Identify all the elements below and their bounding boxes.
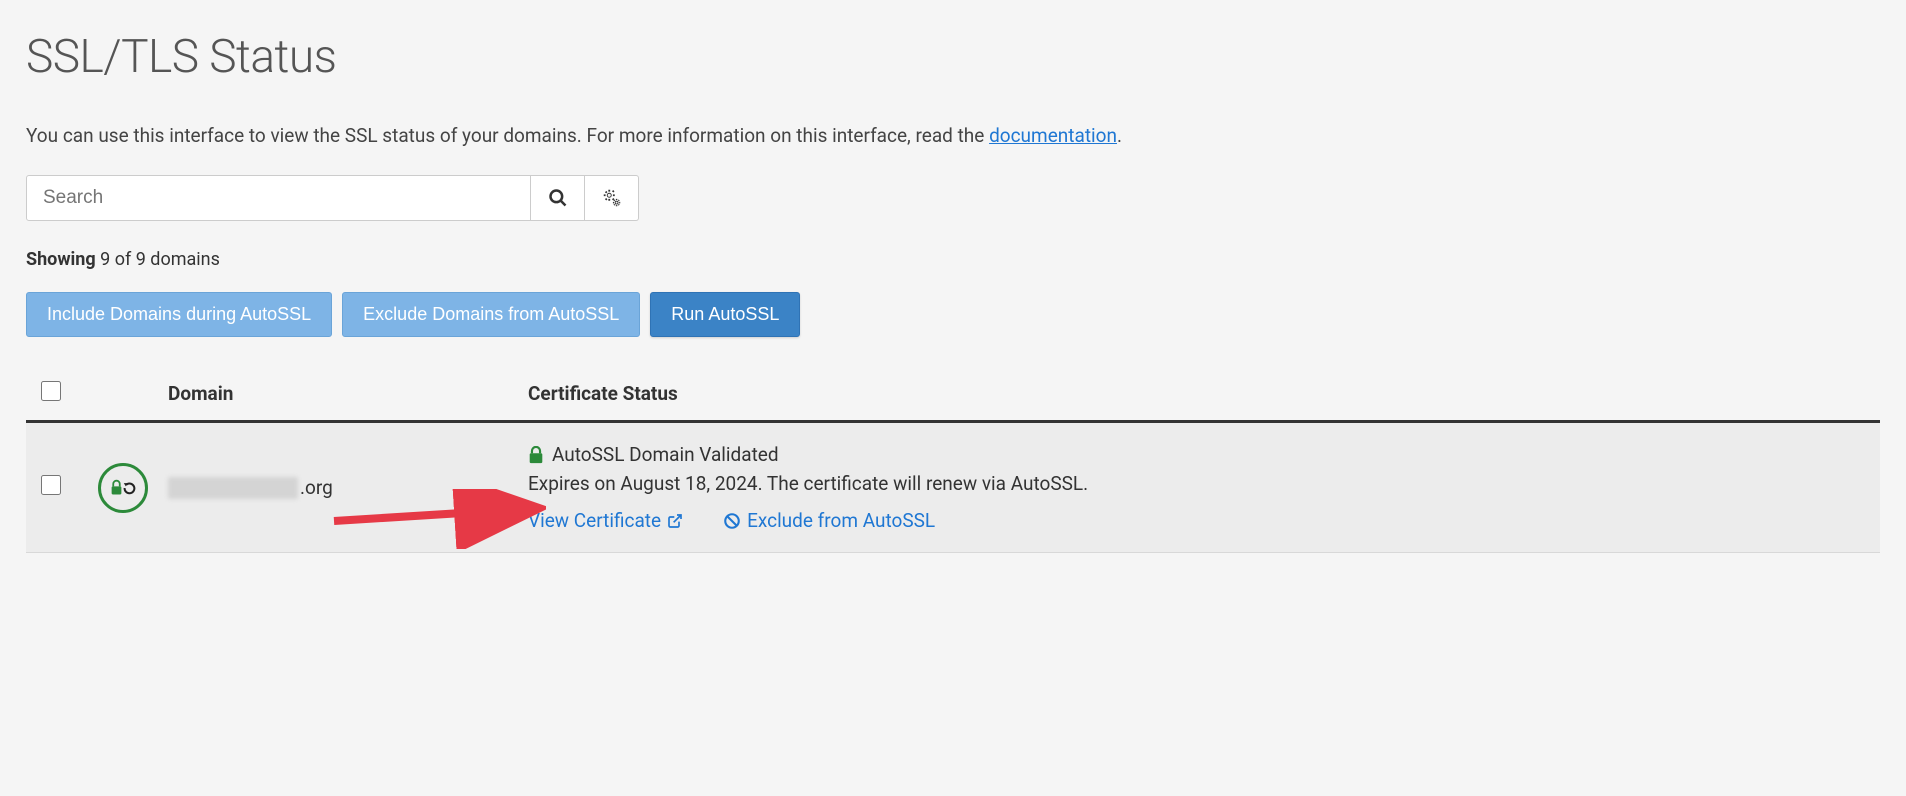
ssl-status-icon — [98, 463, 148, 513]
view-certificate-label: View Certificate — [528, 509, 661, 532]
documentation-link[interactable]: documentation — [989, 124, 1117, 147]
redacted-domain — [168, 477, 298, 499]
showing-count: 9 of 9 domains — [96, 249, 220, 270]
run-autossl-button[interactable]: Run AutoSSL — [650, 292, 800, 337]
page-title: SSL/TLS Status — [26, 30, 1880, 84]
cert-status-header: Certificate Status — [518, 369, 1880, 422]
status-title: AutoSSL Domain Validated — [552, 443, 779, 466]
description-suffix: . — [1117, 124, 1122, 147]
search-icon — [548, 188, 568, 208]
domain-name: .org — [168, 476, 508, 499]
description-text: You can use this interface to view the S… — [26, 124, 1880, 147]
gears-icon — [601, 187, 623, 209]
exclude-autossl-label: Exclude from AutoSSL — [747, 509, 935, 532]
domains-table: Domain Certificate Status .org — [26, 369, 1880, 553]
showing-label: Showing — [26, 249, 96, 270]
domain-suffix: .org — [300, 476, 333, 499]
exclude-domains-button[interactable]: Exclude Domains from AutoSSL — [342, 292, 640, 337]
lock-icon — [528, 446, 544, 464]
search-settings-button[interactable] — [585, 175, 639, 221]
view-certificate-link[interactable]: View Certificate — [528, 509, 683, 532]
exclude-autossl-link[interactable]: Exclude from AutoSSL — [723, 509, 935, 532]
lock-refresh-icon — [110, 478, 136, 498]
action-buttons: Include Domains during AutoSSL Exclude D… — [26, 292, 1880, 337]
external-link-icon — [667, 513, 683, 529]
prohibit-icon — [723, 512, 741, 530]
table-row: .org AutoSSL Domain Validated Expires on… — [26, 422, 1880, 553]
search-input[interactable] — [26, 175, 531, 221]
search-bar — [26, 175, 1880, 221]
select-all-checkbox[interactable] — [41, 381, 61, 401]
showing-text: Showing 9 of 9 domains — [26, 249, 1880, 270]
domain-header: Domain — [158, 369, 518, 422]
row-checkbox[interactable] — [41, 475, 61, 495]
status-detail: Expires on August 18, 2024. The certific… — [528, 472, 1870, 495]
search-button[interactable] — [531, 175, 585, 221]
include-domains-button[interactable]: Include Domains during AutoSSL — [26, 292, 332, 337]
description-prefix: You can use this interface to view the S… — [26, 124, 989, 147]
